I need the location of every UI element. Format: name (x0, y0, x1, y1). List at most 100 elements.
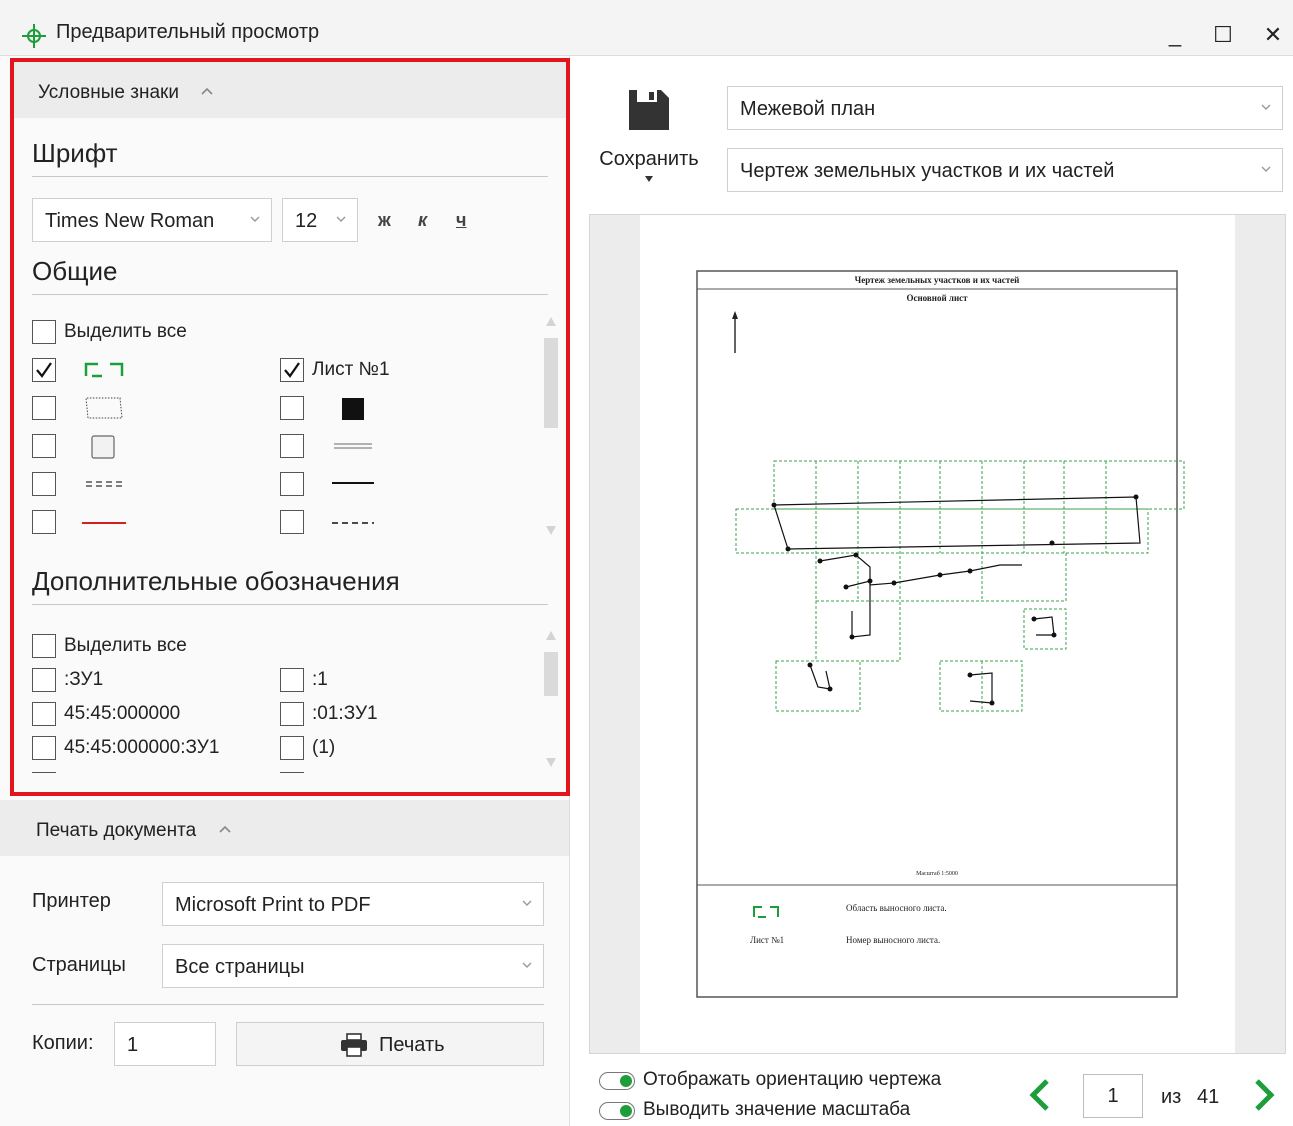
extra-item-checkbox[interactable] (280, 668, 304, 692)
drawing-preview (696, 270, 1185, 998)
title-bar: Предварительный просмотр _ ☐ ✕ (0, 0, 1293, 56)
extra-item-checkbox[interactable] (280, 736, 304, 760)
printer-label: Принтер (32, 890, 111, 912)
general-select-all-checkbox[interactable] (32, 320, 56, 344)
pages-select[interactable]: Все страницы (162, 944, 544, 988)
extra-item-label: :1 (312, 669, 328, 690)
window-title: Предварительный просмотр (56, 21, 320, 43)
document-section-value: Чертеж земельных участков и их частей (740, 160, 1115, 182)
grey-square-icon (91, 435, 115, 459)
extra-select-all-label: Выделить все (64, 635, 187, 656)
cut-off-checkbox-edge (32, 772, 56, 773)
document-type-value: Межевой план (740, 98, 876, 120)
scroll-down-icon[interactable] (544, 524, 558, 538)
general-item-checkbox[interactable] (280, 396, 304, 420)
document-section-select[interactable]: Чертеж земельных участков и их частей (727, 148, 1283, 192)
italic-button[interactable]: к (418, 210, 427, 231)
extra-section-title: Дополнительные обозначения (32, 566, 400, 596)
font-family-select[interactable]: Times New Roman (32, 198, 272, 242)
scroll-up-icon[interactable] (544, 628, 558, 642)
minimize-button[interactable]: _ (1158, 20, 1192, 50)
dotted-trapezoid-icon (85, 397, 123, 419)
general-item-checkbox[interactable] (32, 396, 56, 420)
general-item-checkbox[interactable] (280, 434, 304, 458)
sheet-number-label: Лист №1 (312, 359, 390, 380)
general-item-checkbox[interactable] (32, 434, 56, 458)
divider (32, 1004, 544, 1005)
chevron-down-icon (1261, 166, 1271, 172)
legend-header-label: Условные знаки (38, 82, 179, 103)
orientation-toggle[interactable] (599, 1072, 635, 1090)
extra-scrollbar[interactable] (544, 628, 558, 770)
general-item-checkbox[interactable] (32, 472, 56, 496)
printer-select[interactable]: Microsoft Print to PDF (162, 882, 544, 926)
checkmark-icon (284, 362, 300, 378)
checkmark-icon (36, 362, 52, 378)
app-crosshair-icon (22, 24, 46, 48)
chevron-down-icon (336, 216, 346, 222)
next-page-icon[interactable] (1251, 1078, 1277, 1112)
print-button[interactable]: Печать (236, 1022, 544, 1066)
sheet-title: Чертеж земельных участков и их частей (854, 275, 1020, 285)
general-item-checkbox[interactable] (32, 358, 56, 382)
general-item-checkbox[interactable] (280, 472, 304, 496)
page-of-label: из (1161, 1086, 1182, 1108)
dashed-line-icon (332, 522, 374, 524)
preview-area[interactable]: Чертеж земельных участков и их частей Ос… (589, 214, 1286, 1054)
maximize-button[interactable]: ☐ (1206, 20, 1240, 50)
font-size-select[interactable]: 12 (282, 198, 358, 242)
divider (32, 176, 548, 177)
extra-item-label: 45:45:000000:ЗУ1 (64, 737, 220, 758)
chevron-up-icon (219, 825, 231, 833)
page-number-input[interactable]: 1 (1083, 1074, 1143, 1118)
printer-icon (341, 1033, 367, 1057)
close-button[interactable]: ✕ (1256, 20, 1290, 50)
extra-item-checkbox[interactable] (32, 702, 56, 726)
bold-button[interactable]: ж (378, 210, 391, 231)
underline-button[interactable]: ч (456, 210, 466, 231)
scroll-thumb[interactable] (544, 338, 558, 428)
sheet-legend-text-1: Область выносного листа. (846, 903, 947, 913)
save-label: Сохранить (599, 148, 699, 170)
chevron-down-icon (250, 216, 260, 222)
scale-toggle-label: Выводить значение масштаба (643, 1099, 911, 1120)
orientation-toggle-label: Отображать ориентацию чертежа (643, 1069, 942, 1090)
print-button-label: Печать (379, 1034, 445, 1056)
extra-item-label: :ЗУ1 (64, 669, 104, 690)
scroll-thumb[interactable] (544, 652, 558, 696)
extra-item-checkbox[interactable] (280, 702, 304, 726)
copies-value: 1 (127, 1034, 139, 1056)
document-type-select[interactable]: Межевой план (727, 86, 1283, 130)
sheet-number-checkbox[interactable] (280, 358, 304, 382)
extra-item-label: 45:45:000000 (64, 703, 181, 724)
green-dashed-bracket-icon (84, 362, 124, 378)
prev-page-icon[interactable] (1027, 1078, 1053, 1112)
copies-label: Копии: (32, 1032, 94, 1054)
pages-value: Все страницы (175, 956, 305, 978)
scale-toggle[interactable] (599, 1102, 635, 1120)
legend-header[interactable]: Условные знаки (14, 62, 566, 118)
print-header[interactable]: Печать документа (0, 800, 569, 856)
sheet-scale: Масштаб 1:5000 (916, 871, 958, 877)
scroll-up-icon[interactable] (544, 314, 558, 328)
legend-section: Условные знаки Шрифт Times New Roman 12 … (10, 58, 570, 796)
short-dashes-icon (86, 481, 122, 487)
chevron-down-icon (522, 962, 532, 968)
chevron-up-icon (201, 87, 213, 95)
general-item-checkbox[interactable] (280, 510, 304, 534)
general-item-checkbox[interactable] (32, 510, 56, 534)
pages-label: Страницы (32, 954, 126, 976)
sheet-legend-text-2: Номер выносного листа. (846, 935, 941, 945)
sheet-legend-label-2: Лист №1 (750, 935, 785, 945)
general-scrollbar[interactable] (544, 314, 558, 538)
left-panel: Условные знаки Шрифт Times New Roman 12 … (0, 56, 570, 1126)
general-section-title: Общие (32, 256, 118, 286)
extra-select-all-checkbox[interactable] (32, 634, 56, 658)
extra-item-checkbox[interactable] (32, 736, 56, 760)
save-button[interactable]: Сохранить (599, 88, 699, 198)
extra-item-checkbox[interactable] (32, 668, 56, 692)
sheet-subtitle: Основной лист (906, 293, 968, 303)
scroll-down-icon[interactable] (544, 756, 558, 770)
copies-input[interactable]: 1 (114, 1022, 216, 1066)
extra-item-label: :01:ЗУ1 (312, 703, 378, 724)
